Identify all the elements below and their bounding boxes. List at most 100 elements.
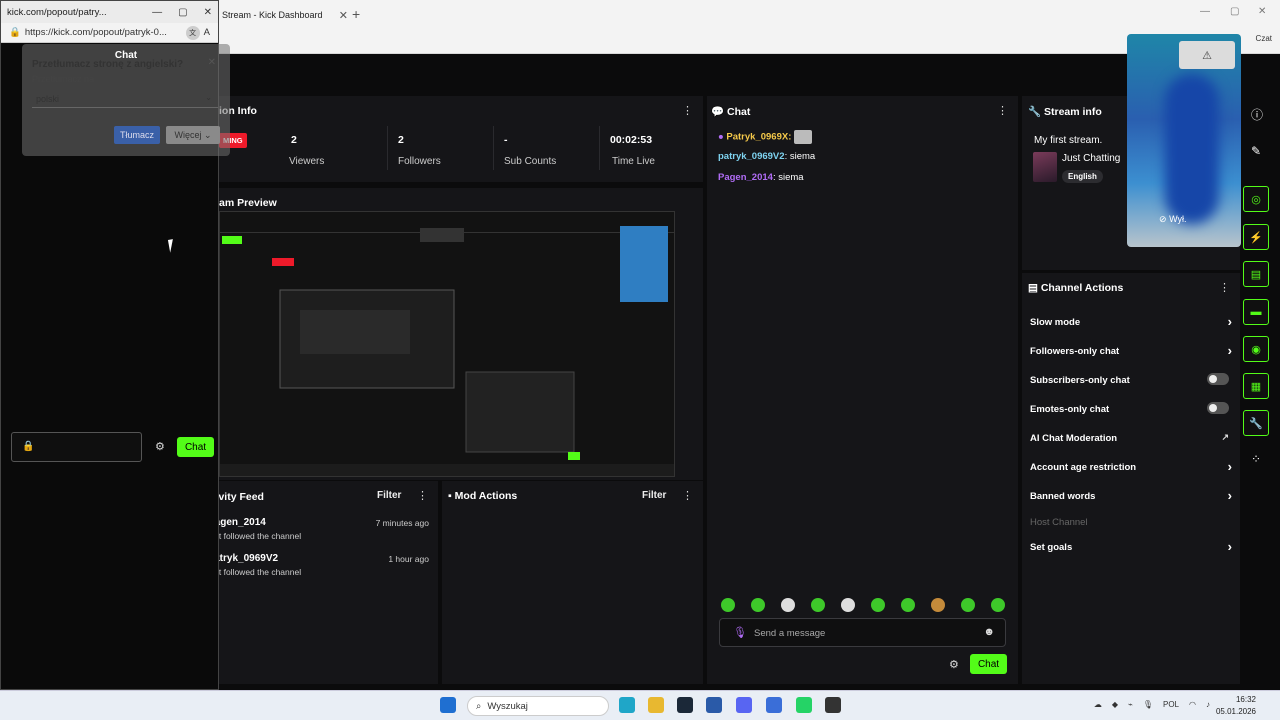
broadcast-icon[interactable]: ◉ <box>1243 336 1269 362</box>
stat-sub-counts: - Sub Counts <box>493 126 566 170</box>
action-account-age[interactable]: Account age restriction › <box>1030 459 1232 474</box>
mic-icon[interactable]: 🎙 <box>1143 700 1153 709</box>
taskbar-search[interactable]: ⌕ Wyszukaj <box>467 696 609 716</box>
emotes-only-toggle[interactable] <box>1207 402 1229 414</box>
close-window-icon[interactable]: ✕ <box>1258 6 1266 17</box>
minimize-icon[interactable]: — <box>152 7 162 18</box>
more-options-icon[interactable]: ⋮ <box>682 104 693 117</box>
mic-icon[interactable]: 🎙 <box>733 626 747 639</box>
whatsapp-icon[interactable] <box>796 697 812 713</box>
action-followers-only[interactable]: Followers-only chat › <box>1030 343 1232 358</box>
popout-settings-gear-icon[interactable]: ⚙ <box>155 440 165 453</box>
more-options-icon[interactable]: ⋮ <box>417 489 428 502</box>
warning-icon[interactable]: ⚠ <box>1179 41 1235 69</box>
more-options-icon[interactable]: ⋮ <box>997 104 1008 117</box>
emote-icon[interactable] <box>871 598 885 612</box>
emote-icon[interactable] <box>721 598 735 612</box>
feed-item-time: 7 minutes ago <box>375 518 429 528</box>
chat-username[interactable]: Patryk_0969X: <box>726 132 791 143</box>
translate-button[interactable]: Tłumacz <box>114 126 160 144</box>
taskbar-date: 05.01.2026 <box>1215 707 1256 716</box>
action-label: Account age restriction <box>1030 462 1137 473</box>
emote-icon[interactable] <box>931 598 945 612</box>
tab-title: Stream - Kick Dashboard <box>222 10 323 20</box>
emote-icon[interactable] <box>781 598 795 612</box>
file-explorer-icon[interactable] <box>648 697 664 713</box>
extensions-icon[interactable]: ⁘ <box>1251 452 1261 466</box>
edge-icon[interactable] <box>619 697 635 713</box>
close-icon[interactable]: ✕ <box>204 7 212 18</box>
chat-username[interactable]: Pagen_2014 <box>718 172 773 183</box>
channel-actions-title: ▤ Channel Actions <box>1028 282 1123 294</box>
popout-chat-input[interactable]: 🔒 <box>11 432 142 462</box>
lightning-icon[interactable]: ⚡ <box>1243 224 1269 250</box>
chat-username[interactable]: patryk_0969V2 <box>718 151 785 162</box>
czat-label[interactable]: Czat <box>1256 34 1272 43</box>
popout-url-bar[interactable]: 🔒 https://kick.com/popout/patryk-0... 文 … <box>1 23 218 43</box>
emote-icon[interactable] <box>901 598 915 612</box>
tools-icon[interactable]: 🔧 <box>1243 410 1269 436</box>
action-banned-words[interactable]: Banned words › <box>1030 488 1232 503</box>
obs-icon[interactable] <box>825 697 841 713</box>
channel-actions-panel: ▤ Channel Actions ⋮ Slow mode › Follower… <box>1022 273 1240 684</box>
chat-panel: 💬 Chat ⋮ ● Patryk_0969X: patryk_0969V2: … <box>707 96 1018 684</box>
action-ai-moderation[interactable]: AI Chat Moderation ↗ <box>1030 432 1232 444</box>
app-icon[interactable] <box>766 697 782 713</box>
emote-icon[interactable] <box>991 598 1005 612</box>
action-label: Set goals <box>1030 542 1073 553</box>
action-set-goals[interactable]: Set goals › <box>1030 539 1232 554</box>
chat-settings-gear-icon[interactable]: ⚙ <box>949 658 959 671</box>
discord-icon[interactable] <box>736 697 752 713</box>
lock-icon: 🔒 <box>22 441 35 452</box>
network-icon[interactable]: ⌁ <box>1128 700 1133 709</box>
store-icon[interactable] <box>706 697 722 713</box>
emoji-icon[interactable]: ☻ <box>983 626 995 638</box>
chat-send-button[interactable]: Chat <box>970 654 1007 674</box>
steam-icon[interactable] <box>677 697 693 713</box>
action-slow-mode[interactable]: Slow mode › <box>1030 314 1232 329</box>
edit-icon[interactable]: ✎ <box>1251 144 1261 158</box>
app-tray-icon[interactable]: ◆ <box>1112 700 1118 709</box>
layout-icon[interactable]: ▦ <box>1243 373 1269 399</box>
screenshot-icon[interactable]: ◎ <box>1243 186 1269 212</box>
subscribers-only-toggle[interactable] <box>1207 373 1229 385</box>
more-button[interactable]: Więcej ⌄ <box>166 126 220 144</box>
document-icon[interactable]: ▤ <box>1243 261 1269 287</box>
camera-overlay[interactable]: ⚠ ⊘ Wył. <box>1127 34 1241 247</box>
taskbar-clock[interactable]: 16:32 05.01.2026 <box>1216 694 1256 718</box>
new-tab-icon[interactable]: + <box>352 6 360 22</box>
message-input[interactable]: 🎙 Send a message ☻ <box>719 618 1006 647</box>
emote-icon[interactable] <box>811 598 825 612</box>
mouse-cursor <box>167 238 181 253</box>
maximize-icon[interactable]: ▢ <box>1230 6 1239 17</box>
mod-filter-button[interactable]: Filter <box>642 490 666 501</box>
minimize-icon[interactable]: — <box>1200 6 1210 17</box>
taskbar-language[interactable]: POL <box>1163 700 1179 709</box>
translate-badge-icon[interactable]: 文 <box>185 25 200 40</box>
more-options-icon[interactable]: ⋮ <box>682 489 693 502</box>
volume-icon[interactable]: ♪ <box>1206 700 1210 709</box>
info-icon[interactable]: ⓘ <box>1251 106 1263 123</box>
activity-filter-button[interactable]: Filter <box>377 490 401 501</box>
emote-icon[interactable] <box>751 598 765 612</box>
search-icon: ⌕ <box>476 700 482 712</box>
windows-start-icon[interactable] <box>440 697 456 713</box>
emote-icon[interactable] <box>961 598 975 612</box>
chat-icon[interactable]: ▬ <box>1243 299 1269 325</box>
read-aloud-icon[interactable]: A <box>204 27 210 38</box>
language-select[interactable]: polski ⌄ <box>32 90 218 108</box>
mic-icon: ● <box>718 131 724 143</box>
camera-off-button[interactable]: ⊘ Wył. <box>1159 214 1186 225</box>
tab-close-icon[interactable]: ✕ <box>339 9 348 22</box>
popout-url: https://kick.com/popout/patryk-0... <box>24 27 167 38</box>
cloud-icon[interactable]: ☁ <box>1094 700 1102 709</box>
stream-preview-video[interactable] <box>219 211 675 477</box>
close-icon[interactable]: ✕ <box>208 57 216 68</box>
more-options-icon[interactable]: ⋮ <box>1219 281 1230 294</box>
maximize-icon[interactable]: ▢ <box>178 7 187 18</box>
popout-chat-button[interactable]: Chat <box>177 437 214 457</box>
cat-emote-icon <box>794 130 812 144</box>
wifi-icon[interactable]: ◠ <box>1189 700 1196 709</box>
emote-icon[interactable] <box>841 598 855 612</box>
tab-kick-dashboard[interactable]: Stream - Kick Dashboard ✕ <box>222 4 348 26</box>
